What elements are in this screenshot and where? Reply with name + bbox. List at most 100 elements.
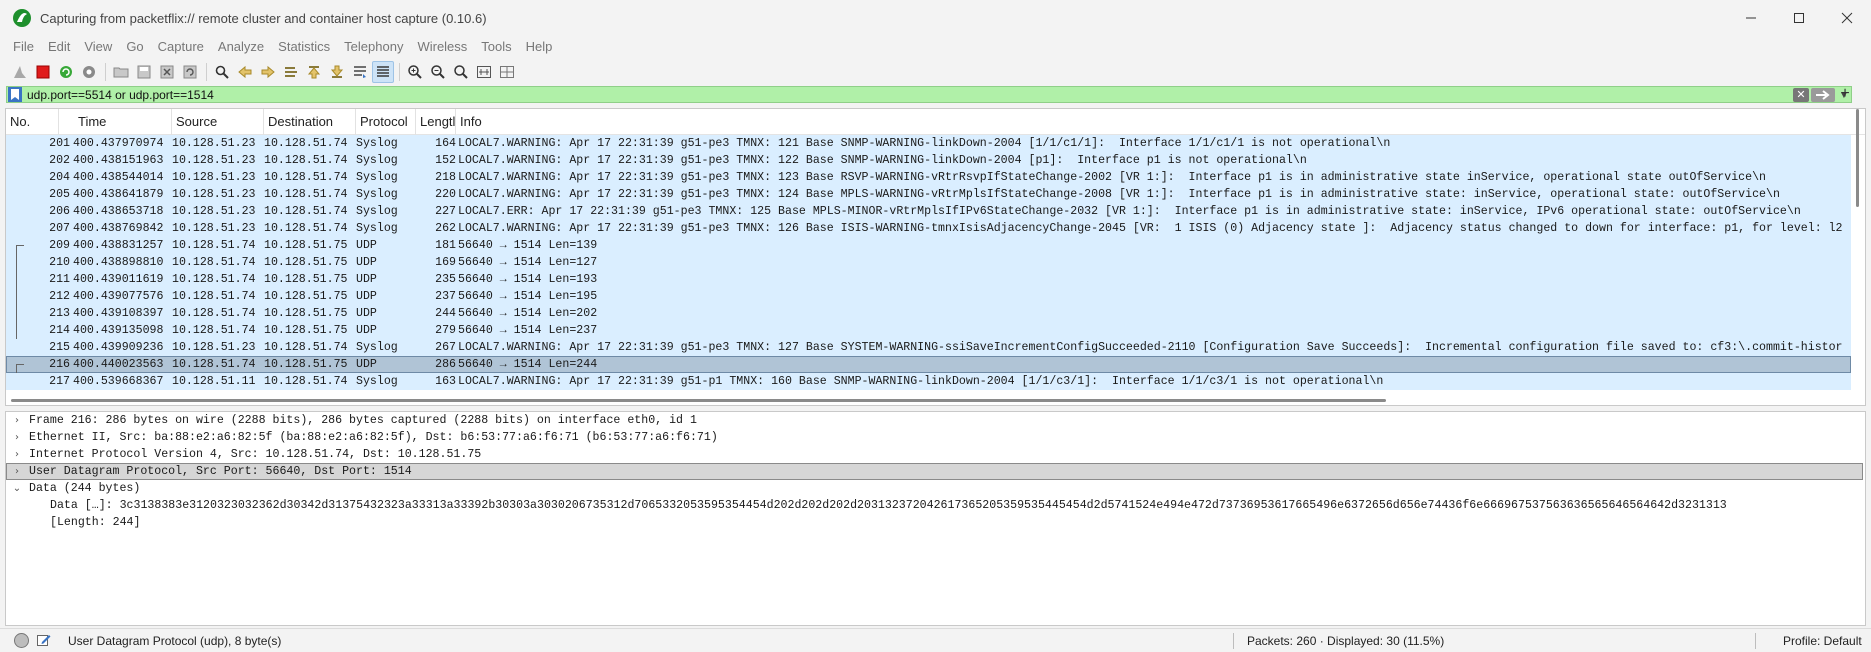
- colorize-icon[interactable]: [372, 60, 394, 83]
- menu-telephony[interactable]: Telephony: [337, 36, 410, 58]
- menu-statistics[interactable]: Statistics: [271, 36, 337, 58]
- packet-row[interactable]: 204 400.438544014 10.128.51.23 10.128.51.74…: [6, 169, 1851, 186]
- menu-wireless[interactable]: Wireless: [410, 36, 474, 58]
- packet-row[interactable]: 213 400.439108397 10.128.51.74 10.128.51.75…: [6, 305, 1851, 322]
- chevron-right-icon[interactable]: ›: [11, 429, 23, 446]
- reload-file-icon[interactable]: [179, 61, 201, 83]
- shark-fin-start-icon[interactable]: [9, 61, 31, 83]
- column-header-length[interactable]: Lengtl: [416, 109, 456, 135]
- edit-comment-icon[interactable]: [36, 632, 52, 648]
- capture-options-icon[interactable]: [78, 61, 100, 83]
- wireshark-window: Capturing from packetflix:// remote clus…: [0, 0, 1871, 652]
- packet-number: 206: [49, 205, 70, 218]
- zoom-out-icon[interactable]: [427, 61, 449, 83]
- packet-length: 262: [435, 222, 456, 235]
- packet-row[interactable]: 210 400.438898810 10.128.51.74 10.128.51.75…: [6, 254, 1851, 271]
- menu-capture[interactable]: Capture: [151, 36, 211, 58]
- packet-row[interactable]: 209 400.438831257 10.128.51.74 10.128.51.75…: [6, 237, 1851, 254]
- save-file-icon[interactable]: [133, 61, 155, 83]
- apply-filter-icon[interactable]: [1811, 87, 1835, 102]
- display-filter-input[interactable]: [22, 87, 1793, 102]
- detail-tree-item[interactable]: › User Datagram Protocol, Src Port: 56640…: [6, 463, 1863, 480]
- packet-row[interactable]: 207 400.438769842 10.128.51.23 10.128.51.74…: [6, 220, 1851, 237]
- go-back-icon[interactable]: [234, 61, 256, 83]
- chevron-right-icon[interactable]: ›: [11, 412, 23, 429]
- close-file-icon[interactable]: [156, 61, 178, 83]
- packet-info: LOCAL7.WARNING: Apr 17 22:31:39 g51-pe3 …: [458, 137, 1391, 150]
- add-filter-button[interactable]: +: [1838, 86, 1852, 103]
- menu-edit[interactable]: Edit: [41, 36, 77, 58]
- detail-tree-item[interactable]: › Frame 216: 286 bytes on wire (2288 bits…: [6, 412, 1865, 429]
- clear-filter-icon[interactable]: ✕: [1793, 87, 1809, 102]
- packet-time: 400.438653718: [73, 205, 164, 218]
- packet-row[interactable]: 206 400.438653718 10.128.51.23 10.128.51.74…: [6, 203, 1851, 220]
- menu-view[interactable]: View: [77, 36, 119, 58]
- column-header-protocol[interactable]: Protocol: [356, 109, 416, 135]
- menu-tools[interactable]: Tools: [474, 36, 518, 58]
- bookmark-icon[interactable]: [8, 87, 22, 102]
- wireshark-logo-icon: [13, 9, 31, 27]
- column-header-time[interactable]: Time: [74, 109, 172, 135]
- packet-protocol: UDP: [356, 324, 377, 337]
- restart-capture-icon[interactable]: [55, 61, 77, 83]
- packet-source: 10.128.51.74: [172, 324, 256, 337]
- horizontal-scrollbar[interactable]: [11, 399, 1386, 402]
- menu-bar: File Edit View Go Capture Analyze Statis…: [0, 36, 559, 58]
- zoom-in-icon[interactable]: [404, 61, 426, 83]
- maximize-icon[interactable]: [1775, 0, 1823, 36]
- packet-protocol: UDP: [356, 290, 377, 303]
- menu-help[interactable]: Help: [519, 36, 560, 58]
- packet-source: 10.128.51.74: [172, 358, 256, 371]
- find-packet-icon[interactable]: [211, 61, 233, 83]
- packet-row[interactable]: 212 400.439077576 10.128.51.74 10.128.51.75…: [6, 288, 1851, 305]
- menu-go[interactable]: Go: [119, 36, 150, 58]
- packet-info: LOCAL7.WARNING: Apr 17 22:31:39 g51-pe3 …: [458, 154, 1307, 167]
- packet-row[interactable]: 215 400.439909236 10.128.51.23 10.128.51.74…: [6, 339, 1851, 356]
- packet-destination: 10.128.51.75: [264, 324, 348, 337]
- normal-size-icon[interactable]: [450, 61, 472, 83]
- chevron-right-icon[interactable]: ›: [11, 463, 23, 480]
- packet-row[interactable]: 214 400.439135098 10.128.51.74 10.128.51.75…: [6, 322, 1851, 339]
- go-first-packet-icon[interactable]: [303, 61, 325, 83]
- auto-scroll-icon[interactable]: [349, 61, 371, 83]
- go-forward-icon[interactable]: [257, 61, 279, 83]
- packet-time: 400.437970974: [73, 137, 164, 150]
- menu-file[interactable]: File: [6, 36, 41, 58]
- go-last-packet-icon[interactable]: [326, 61, 348, 83]
- menu-analyze[interactable]: Analyze: [211, 36, 271, 58]
- packet-row[interactable]: 211 400.439011619 10.128.51.74 10.128.51.75…: [6, 271, 1851, 288]
- open-file-icon[interactable]: [110, 61, 132, 83]
- resize-columns-icon[interactable]: [473, 61, 495, 83]
- detail-tree-item[interactable]: › Ethernet II, Src: ba:88:e2:a6:82:5f (ba…: [6, 429, 1865, 446]
- detail-tree-item[interactable]: Data […]: 3c3138383e3120323032362d30342d…: [6, 497, 1865, 514]
- packet-info: LOCAL7.WARNING: Apr 17 22:31:39 g51-p1 T…: [458, 375, 1384, 388]
- packet-source: 10.128.51.11: [172, 375, 256, 388]
- column-header-destination[interactable]: Destination: [264, 109, 356, 135]
- detail-tree-item[interactable]: › Internet Protocol Version 4, Src: 10.12…: [6, 446, 1865, 463]
- vertical-scrollbar[interactable]: [1856, 109, 1859, 207]
- stop-capture-icon[interactable]: [32, 61, 54, 83]
- packet-number: 204: [49, 171, 70, 184]
- column-header-source[interactable]: Source: [172, 109, 264, 135]
- packet-row[interactable]: 217 400.539668367 10.128.51.11 10.128.51.74…: [6, 373, 1851, 390]
- column-header-no[interactable]: No.: [6, 109, 59, 135]
- minimize-icon[interactable]: [1727, 0, 1775, 36]
- expert-info-icon[interactable]: [14, 633, 29, 648]
- packet-row[interactable]: 216 400.440023563 10.128.51.74 10.128.51.75…: [6, 356, 1851, 373]
- profile-label[interactable]: Profile: Default: [1783, 629, 1862, 652]
- packet-destination: 10.128.51.75: [264, 239, 348, 252]
- detail-tree-item[interactable]: ⌄ Data (244 bytes): [6, 480, 1865, 497]
- layout-icon[interactable]: [496, 61, 518, 83]
- column-header-info[interactable]: Info: [456, 109, 1865, 135]
- go-to-packet-icon[interactable]: [280, 61, 302, 83]
- packet-protocol: UDP: [356, 256, 377, 269]
- packet-row[interactable]: 205 400.438641879 10.128.51.23 10.128.51.74…: [6, 186, 1851, 203]
- detail-tree-item[interactable]: [Length: 244]: [6, 514, 1865, 531]
- packet-row[interactable]: 202 400.438151963 10.128.51.23 10.128.51.74…: [6, 152, 1851, 169]
- close-icon[interactable]: [1823, 0, 1871, 36]
- toolbar-separator: [399, 62, 400, 81]
- chevron-down-icon[interactable]: ⌄: [11, 480, 23, 497]
- packet-destination: 10.128.51.75: [264, 256, 348, 269]
- packet-row[interactable]: 201 400.437970974 10.128.51.23 10.128.51.74…: [6, 135, 1851, 152]
- chevron-right-icon[interactable]: ›: [11, 446, 23, 463]
